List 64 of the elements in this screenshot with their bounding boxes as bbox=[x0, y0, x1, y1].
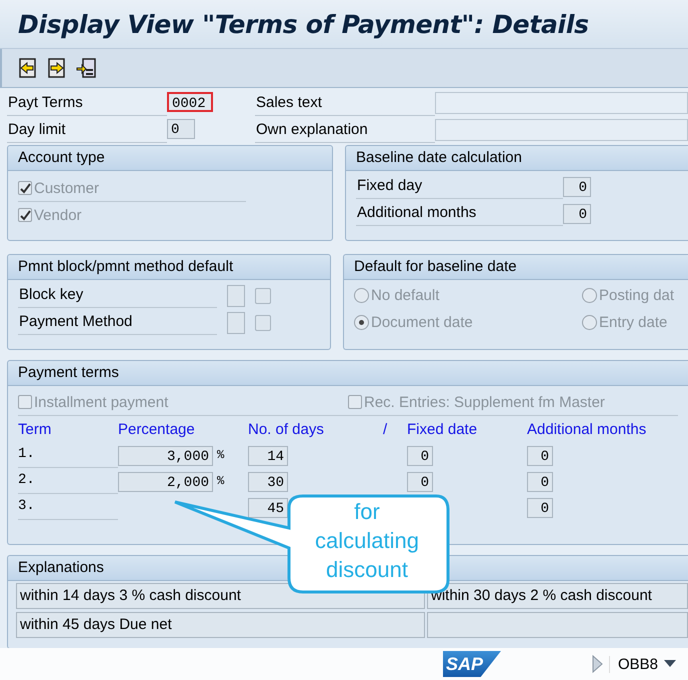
explanation-text: within 30 days 2 % cash discount bbox=[427, 583, 688, 609]
explanation-text: within 45 days Due net bbox=[16, 612, 425, 638]
next-page-icon[interactable] bbox=[46, 57, 68, 79]
radio-label: Entry date bbox=[599, 314, 668, 331]
group-title: Default for baseline date bbox=[344, 255, 688, 280]
input-field[interactable] bbox=[227, 312, 245, 334]
column-header: Term bbox=[18, 420, 52, 438]
sales-text-field[interactable] bbox=[435, 92, 688, 114]
checkbox-label: Vendor bbox=[34, 206, 82, 224]
transaction-code: OBB8 bbox=[618, 656, 658, 672]
checkbox[interactable] bbox=[255, 314, 271, 330]
play-icon[interactable] bbox=[590, 655, 603, 673]
term-number: 3. bbox=[18, 498, 35, 514]
checkbox[interactable] bbox=[255, 288, 271, 304]
column-header: / bbox=[383, 420, 388, 438]
payment-terms-field[interactable]: 0002 bbox=[167, 92, 213, 112]
input-field[interactable] bbox=[227, 284, 245, 306]
radio-label: Posting dat bbox=[599, 287, 674, 304]
column-header: Percentage bbox=[118, 420, 195, 438]
days-field[interactable]: 45 bbox=[248, 498, 288, 518]
term-number: 1. bbox=[18, 446, 35, 462]
checkbox[interactable] bbox=[18, 395, 32, 409]
list-icon[interactable] bbox=[75, 57, 97, 79]
column-header: Fixed date bbox=[407, 420, 478, 438]
column-header: Additional months bbox=[527, 420, 646, 438]
term-number: 2. bbox=[18, 472, 35, 488]
fixed-date-field[interactable]: 0 bbox=[407, 472, 433, 492]
column-header: No. of days bbox=[248, 420, 324, 438]
radio-label: No default bbox=[371, 287, 440, 304]
checkbox[interactable] bbox=[348, 395, 362, 409]
group-title: Payment terms bbox=[8, 361, 688, 386]
days-field[interactable]: 14 bbox=[248, 446, 288, 466]
radio-label: Document date bbox=[371, 314, 473, 331]
field-label: Block key bbox=[18, 283, 217, 308]
months-field[interactable]: 0 bbox=[527, 498, 553, 518]
months-field[interactable]: 0 bbox=[527, 472, 553, 492]
radio-button[interactable] bbox=[582, 288, 597, 303]
percent-sign: % bbox=[217, 448, 224, 462]
radio-button[interactable] bbox=[354, 288, 369, 303]
checkbox-label: Customer bbox=[34, 180, 100, 196]
logo: SAP bbox=[442, 651, 501, 677]
percent-sign: % bbox=[217, 474, 224, 488]
days-field[interactable]: 30 bbox=[248, 472, 288, 492]
previous-page-icon[interactable] bbox=[17, 57, 39, 79]
explanation-field[interactable] bbox=[435, 119, 688, 141]
percentage-field[interactable]: 3,000 bbox=[118, 446, 213, 466]
percentage-field[interactable]: 2,000 bbox=[118, 472, 213, 492]
radio-button[interactable] bbox=[354, 315, 369, 330]
months-field[interactable]: 0 bbox=[527, 446, 553, 466]
group-title: Pmnt block/pmnt method default bbox=[8, 255, 330, 280]
checkbox-label: Installment payment bbox=[34, 394, 168, 410]
number-field[interactable]: 0 bbox=[563, 177, 592, 197]
fixed-date-field[interactable]: 0 bbox=[407, 446, 433, 466]
field-label: Fixed day bbox=[356, 174, 564, 199]
radio-button[interactable] bbox=[582, 315, 597, 330]
checkbox-label: Rec. Entries: Supplement fm Master bbox=[364, 394, 605, 410]
group-title: Account type bbox=[8, 146, 332, 171]
window-title: Display View "Terms of Payment": Details bbox=[18, 10, 589, 38]
number-field[interactable]: 0 bbox=[563, 204, 592, 224]
field-label: Additional months bbox=[356, 201, 564, 226]
dropdown-icon[interactable] bbox=[664, 660, 676, 668]
group-title: Baseline date calculation bbox=[346, 146, 688, 171]
day-limit-field[interactable]: 0 bbox=[167, 119, 195, 139]
field-label: Payment Method bbox=[18, 310, 217, 335]
